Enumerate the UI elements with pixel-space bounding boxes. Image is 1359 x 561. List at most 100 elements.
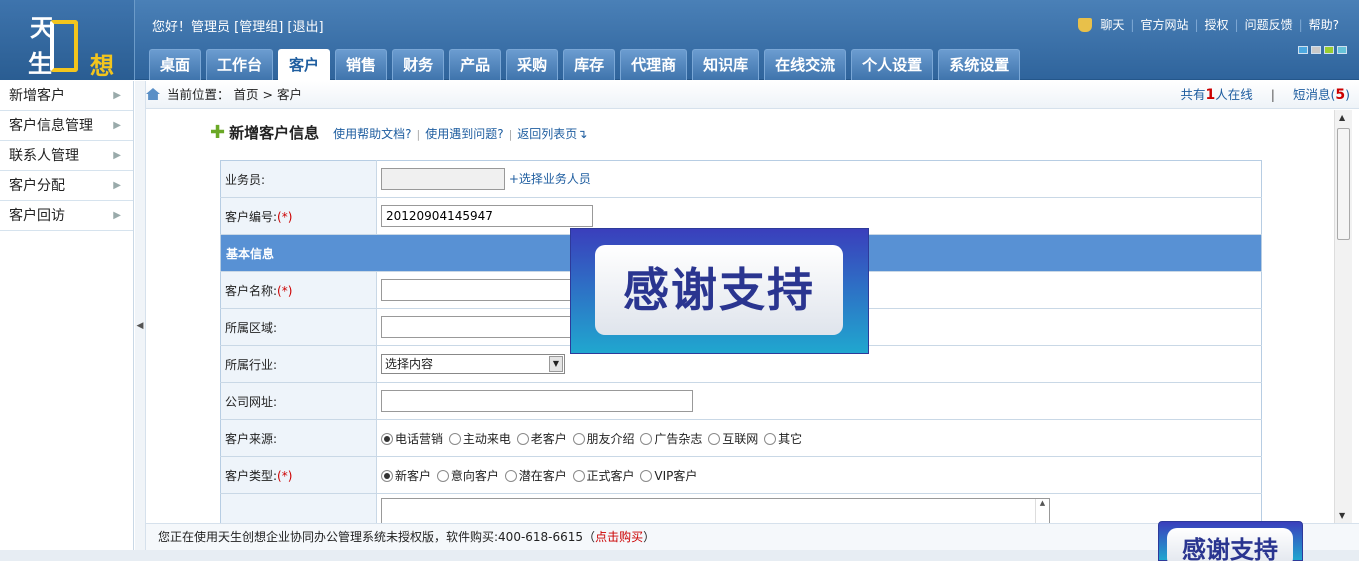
source-label: 客户来源: bbox=[220, 419, 377, 457]
source-option[interactable]: 其它 bbox=[764, 432, 802, 446]
source-option[interactable]: 电话营销 bbox=[381, 432, 443, 446]
sidebar-item-assign[interactable]: 客户分配 ▶ bbox=[0, 171, 133, 201]
form-row-source: 客户来源: 电话营销 主动来电 老客户 朋友介绍 广告杂志 互联网 其它 bbox=[220, 419, 1262, 457]
skin-switcher bbox=[1298, 46, 1347, 54]
breadcrumb-prefix: 当前位置： bbox=[166, 87, 230, 102]
back-to-list-link[interactable]: 返回列表页 bbox=[517, 125, 577, 142]
tab-finance[interactable]: 财务 bbox=[392, 49, 445, 80]
radio-label: 潜在客户 bbox=[518, 468, 567, 483]
website-input[interactable] bbox=[381, 390, 693, 412]
buy-link[interactable]: 点击购买 bbox=[595, 530, 643, 544]
code-label: 客户编号: bbox=[225, 209, 278, 224]
customer-code-input[interactable] bbox=[381, 205, 593, 227]
logo-char-2: 生 bbox=[28, 49, 52, 78]
tab-agent[interactable]: 代理商 bbox=[620, 49, 688, 80]
thanks-text: 感谢支持 bbox=[1167, 528, 1293, 561]
link-official-site[interactable]: 官方网站 bbox=[1140, 16, 1188, 33]
link-feedback[interactable]: 问题反馈 bbox=[1245, 16, 1293, 33]
sidebar-item-contacts[interactable]: 联系人管理 ▶ bbox=[0, 141, 133, 171]
skin-cyan-icon[interactable] bbox=[1337, 46, 1347, 54]
link-license[interactable]: 授权 bbox=[1205, 16, 1229, 33]
tab-desktop[interactable]: 桌面 bbox=[149, 49, 202, 80]
tab-purchase[interactable]: 采购 bbox=[506, 49, 559, 80]
thanks-text: 感谢支持 bbox=[595, 245, 843, 335]
online-prefix: 共有 bbox=[1180, 87, 1206, 102]
tab-personal-settings[interactable]: 个人设置 bbox=[851, 49, 934, 80]
content-scrollbar[interactable]: ▲ ▼ bbox=[1334, 110, 1352, 523]
type-option[interactable]: 潜在客户 bbox=[504, 468, 567, 483]
industry-select-value: 选择内容 bbox=[385, 357, 434, 371]
industry-select[interactable]: 选择内容 ▼ bbox=[381, 354, 565, 374]
radio-icon[interactable] bbox=[572, 469, 585, 482]
notes-label bbox=[220, 493, 377, 523]
online-status: 共有1人在线 | 短消息(5) bbox=[1181, 81, 1351, 109]
salesman-input[interactable] bbox=[381, 168, 505, 190]
radio-icon[interactable] bbox=[708, 432, 721, 445]
online-suffix[interactable]: 人在线 bbox=[1215, 87, 1253, 102]
link-chat[interactable]: 聊天 bbox=[1100, 16, 1124, 33]
radio-label: 新客户 bbox=[395, 468, 432, 483]
scroll-down-icon[interactable]: ▼ bbox=[1339, 511, 1345, 520]
messages-link[interactable]: 短消息( bbox=[1293, 87, 1335, 102]
chevron-right-icon: ▶ bbox=[113, 150, 121, 161]
skin-blue-icon[interactable] bbox=[1298, 46, 1308, 54]
tab-system-settings[interactable]: 系统设置 bbox=[938, 49, 1021, 80]
trophy-icon bbox=[1078, 17, 1093, 32]
radio-icon[interactable] bbox=[504, 469, 517, 482]
sidebar-item-revisit[interactable]: 客户回访 ▶ bbox=[0, 201, 133, 231]
skin-green-icon[interactable] bbox=[1324, 46, 1334, 54]
type-option[interactable]: 正式客户 bbox=[572, 469, 635, 483]
radio-icon[interactable] bbox=[640, 432, 653, 445]
form-row-salesman: 业务员: +选择业务人员 bbox=[220, 160, 1262, 198]
sidebar-item-label: 客户信息管理 bbox=[9, 118, 93, 134]
radio-label: 电话营销 bbox=[395, 431, 444, 446]
radio-icon[interactable] bbox=[448, 432, 461, 445]
sidebar-item-new-customer[interactable]: 新增客户 ▶ bbox=[0, 81, 133, 111]
source-option[interactable]: 互联网 bbox=[708, 432, 758, 446]
radio-label: 意向客户 bbox=[450, 468, 499, 483]
divider: | bbox=[1234, 17, 1239, 32]
tab-knowledge[interactable]: 知识库 bbox=[692, 49, 760, 80]
tab-product[interactable]: 产品 bbox=[449, 49, 502, 80]
radio-icon[interactable] bbox=[640, 469, 653, 482]
return-arrow-icon[interactable]: ↴ bbox=[577, 127, 587, 141]
top-links: 聊天 | 官方网站 | 授权 | 问题反馈 | 帮助? bbox=[1078, 16, 1339, 33]
radio-icon[interactable] bbox=[572, 432, 585, 445]
divider: | bbox=[1194, 17, 1199, 32]
source-option[interactable]: 主动来电 bbox=[448, 432, 511, 446]
source-option[interactable]: 广告杂志 bbox=[640, 432, 702, 446]
type-option[interactable]: VIP客户 bbox=[640, 469, 697, 483]
breadcrumb-home[interactable]: 首页 bbox=[233, 87, 258, 102]
type-option[interactable]: 新客户 bbox=[381, 469, 431, 483]
source-option[interactable]: 老客户 bbox=[516, 432, 567, 446]
radio-checked-icon[interactable] bbox=[381, 469, 393, 482]
help-doc-link[interactable]: 使用帮助文档? bbox=[333, 125, 411, 142]
required-mark: (*) bbox=[277, 468, 293, 483]
scroll-up-icon[interactable]: ▲ bbox=[1035, 499, 1049, 523]
tab-sales[interactable]: 销售 bbox=[335, 49, 388, 80]
radio-checked-icon[interactable] bbox=[381, 432, 393, 445]
scroll-thumb[interactable] bbox=[1337, 128, 1350, 240]
divider: | bbox=[1130, 17, 1135, 32]
radio-icon[interactable] bbox=[764, 432, 777, 445]
sidebar-item-customer-info[interactable]: 客户信息管理 ▶ bbox=[0, 111, 133, 141]
radio-icon[interactable] bbox=[436, 469, 449, 482]
thanks-overlay: 感谢支持 bbox=[570, 228, 869, 354]
tab-online-chat[interactable]: 在线交流 bbox=[764, 49, 847, 80]
tab-inventory[interactable]: 库存 bbox=[563, 49, 616, 80]
tab-customer[interactable]: 客户 bbox=[278, 49, 331, 80]
type-option[interactable]: 意向客户 bbox=[436, 468, 499, 483]
radio-icon[interactable] bbox=[516, 432, 529, 445]
link-help[interactable]: 帮助? bbox=[1309, 16, 1339, 33]
scroll-up-icon[interactable]: ▲ bbox=[1339, 113, 1345, 122]
help-issue-link[interactable]: 使用遇到问题? bbox=[425, 125, 503, 142]
select-salesman-link[interactable]: +选择业务人员 bbox=[509, 172, 591, 186]
greeting[interactable]: 您好！管理员 [管理组] [退出] bbox=[152, 16, 324, 35]
tab-workbench[interactable]: 工作台 bbox=[206, 49, 274, 80]
notes-textarea[interactable]: ▲ bbox=[381, 498, 1050, 523]
chevron-down-icon[interactable]: ▼ bbox=[549, 356, 563, 372]
required-mark: (*) bbox=[277, 283, 293, 298]
source-option[interactable]: 朋友介绍 bbox=[572, 432, 635, 446]
skin-gray-icon[interactable] bbox=[1311, 46, 1321, 54]
sidebar-collapse-toggle[interactable]: ◀ bbox=[135, 81, 146, 561]
